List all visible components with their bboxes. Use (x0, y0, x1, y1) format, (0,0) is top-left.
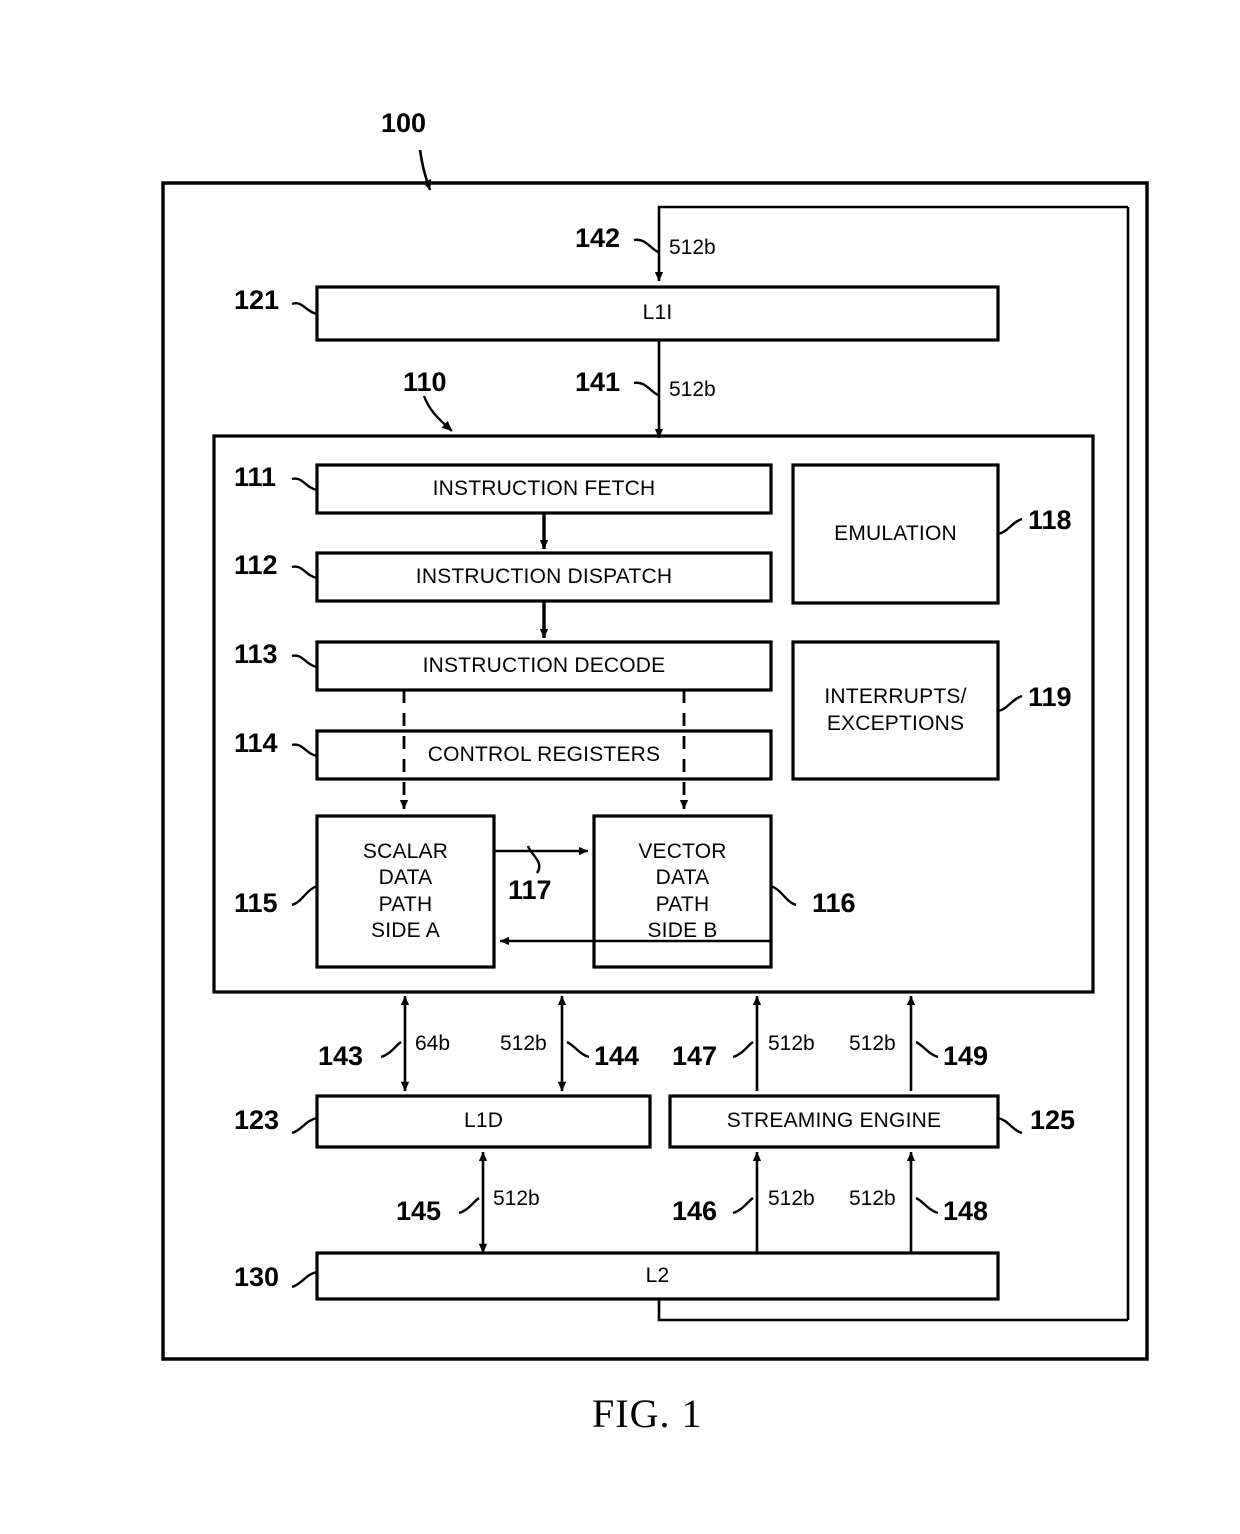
ref-number-125: 125 (1030, 1105, 1076, 1135)
ref-number-121: 121 (234, 285, 280, 315)
bit-width-148: 512b (849, 1187, 896, 1210)
bit-width-142: 512b (669, 236, 716, 259)
feedback-line-142 (654, 205, 1128, 282)
ref-number-145: 145 (396, 1196, 442, 1226)
ref-number-141: 141 (575, 367, 621, 397)
bit-width-144: 512b (500, 1032, 547, 1055)
ref-number-117: 117 (508, 875, 552, 905)
ref-number-123: 123 (234, 1105, 280, 1135)
ref-number-100: 100 (381, 108, 427, 138)
ref-number-119: 119 (1028, 682, 1072, 712)
lead-line-146 (732, 1197, 754, 1215)
lead-line-130 (291, 1270, 318, 1289)
ref-number-144: 144 (594, 1041, 640, 1071)
bit-width-143: 64b (415, 1032, 451, 1055)
lead-line-118 (997, 517, 1023, 536)
ref-number-130: 130 (234, 1262, 280, 1292)
bit-width-146: 512b (768, 1187, 815, 1210)
lead-line-115 (291, 884, 318, 907)
patent-figure-page: 100 121 L1I 142 512b 141 512b 110 111 IN… (0, 0, 1240, 1534)
bit-width-145: 512b (493, 1187, 540, 1210)
figure-caption: FIG. 1 (592, 1391, 703, 1436)
ref-number-146: 146 (672, 1196, 718, 1226)
lead-line-147 (732, 1041, 754, 1059)
ref-number-115: 115 (234, 888, 278, 918)
lead-line-142 (633, 238, 659, 254)
ref-number-149: 149 (943, 1041, 989, 1071)
block-instruction-decode (315, 640, 773, 692)
lead-line-143 (380, 1041, 402, 1059)
lead-line-123 (291, 1116, 318, 1135)
ref-number-118: 118 (1028, 505, 1072, 535)
lead-line-148 (915, 1196, 939, 1215)
bit-width-149: 512b (849, 1032, 896, 1055)
block-streaming-engine (668, 1094, 1000, 1149)
lead-line-144 (566, 1040, 590, 1059)
ref-number-112: 112 (234, 550, 278, 580)
lead-line-114 (291, 743, 318, 758)
ref-number-111: 111 (234, 462, 277, 492)
lead-line-110 (422, 395, 453, 432)
lead-line-125 (997, 1116, 1023, 1135)
ref-number-116: 116 (812, 888, 856, 918)
block-vector-data-path (592, 814, 773, 969)
ref-number-114: 114 (234, 728, 278, 758)
lead-line-141 (633, 381, 659, 397)
lead-line-113 (291, 654, 318, 669)
feedback-line-from-l2 (657, 1299, 1128, 1322)
block-control-registers (315, 729, 773, 781)
ref-number-110: 110 (403, 367, 447, 397)
lead-line-121 (291, 302, 318, 316)
ref-number-148: 148 (943, 1196, 989, 1226)
ref-number-113: 113 (234, 639, 278, 669)
lead-line-119 (997, 694, 1023, 713)
block-l1d (315, 1094, 652, 1149)
ref-number-147: 147 (672, 1041, 718, 1071)
lead-line-116 (770, 884, 797, 907)
bit-width-147: 512b (768, 1032, 815, 1055)
block-interrupts-exceptions (791, 640, 1000, 781)
lead-line-111 (291, 477, 318, 492)
block-l2 (315, 1251, 1000, 1301)
ref-number-143: 143 (318, 1041, 364, 1071)
bit-width-141: 512b (669, 378, 716, 401)
lead-line-149 (915, 1040, 939, 1059)
block-emulation (791, 463, 1000, 605)
block-instruction-dispatch (315, 551, 773, 603)
block-instruction-fetch (315, 463, 773, 515)
lead-line-112 (291, 565, 318, 580)
ref-number-142: 142 (575, 223, 621, 253)
lead-line-145 (458, 1197, 480, 1215)
block-scalar-data-path (315, 814, 496, 969)
block-l1i (315, 285, 1000, 342)
